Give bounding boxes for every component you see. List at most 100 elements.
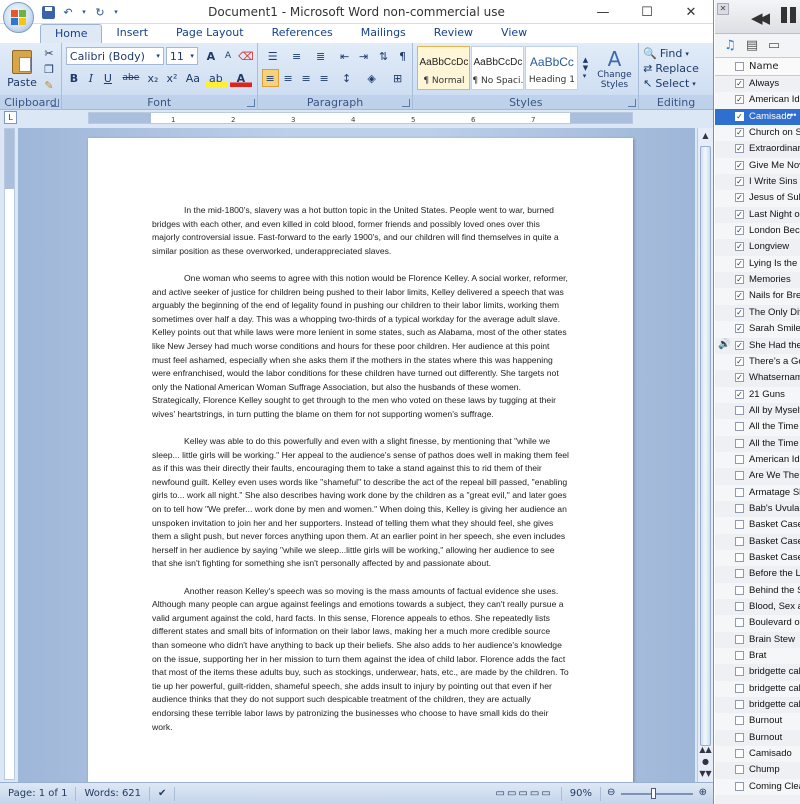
song-checkbox[interactable]: ✓ (735, 291, 744, 301)
word-count[interactable]: Words: 621 (76, 786, 151, 801)
song-row[interactable]: 🔊 ✓ She Had the W (715, 338, 800, 354)
song-checkbox[interactable]: ✓ (735, 765, 744, 775)
scroll-thumb[interactable] (700, 146, 711, 746)
previous-track-icon[interactable]: ◀◀ (751, 9, 770, 27)
tab-insert[interactable]: Insert (102, 24, 162, 43)
tab-home[interactable]: Home (40, 24, 103, 43)
style-normal[interactable]: AaBbCcDc ¶ Normal (417, 46, 471, 90)
maximize-button[interactable]: ☐ (625, 0, 669, 24)
tab-page-layout[interactable]: Page Layout (162, 24, 258, 43)
song-checkbox[interactable]: ✓ (735, 79, 744, 88)
song-row[interactable]: ✓ Basket Case (715, 534, 800, 550)
decrease-indent-button[interactable]: ⇤ (336, 47, 354, 65)
view-buttons[interactable]: ▭▭▭▭▭ (488, 786, 562, 801)
song-checkbox[interactable]: ✓ (735, 226, 744, 236)
paste-button[interactable]: Paste (6, 45, 38, 93)
song-checkbox[interactable]: ✓ (735, 405, 744, 415)
song-checkbox[interactable]: ✓ (735, 487, 744, 497)
song-checkbox[interactable]: ✓ (735, 700, 744, 710)
font-color-button[interactable]: A (229, 69, 252, 87)
align-right-button[interactable]: ≡ (298, 69, 315, 87)
change-case-button[interactable]: Aa (183, 69, 203, 87)
song-row[interactable]: ✓ Are We The W (715, 468, 800, 484)
justify-button[interactable]: ≡ (316, 69, 333, 87)
song-row[interactable]: ✓ Longview (715, 239, 800, 255)
multilevel-list-button[interactable]: ≣ (310, 47, 332, 65)
horizontal-ruler[interactable]: 1 2 3 4 5 6 7 (88, 112, 633, 124)
song-row[interactable]: ✓ Armatage Sha (715, 484, 800, 501)
select-all-checkbox[interactable] (735, 62, 744, 71)
song-row[interactable]: ✓ Chump (715, 762, 800, 778)
more-options-icon[interactable]: ••• (787, 110, 796, 120)
song-row[interactable]: ✓ 21 Guns (715, 386, 800, 403)
find-button[interactable]: 🔍 Find ▾ (643, 46, 689, 61)
vertical-ruler[interactable] (4, 128, 15, 780)
change-styles-button[interactable]: A Change Styles (593, 45, 635, 93)
song-checkbox[interactable]: ✓ (735, 422, 744, 432)
paragraph-launcher[interactable] (402, 99, 411, 107)
song-checkbox[interactable]: ✓ (735, 128, 744, 138)
minimize-button[interactable]: — (581, 0, 625, 24)
tab-view[interactable]: View (487, 24, 541, 43)
pause-icon[interactable] (781, 7, 787, 23)
song-row[interactable]: ✓ Church on Su (715, 125, 800, 142)
song-row[interactable]: ✓ Basket Case (715, 517, 800, 534)
format-painter-icon[interactable]: ✎ (42, 78, 56, 92)
document-page[interactable]: In the mid-1800's, slavery was a hot but… (88, 138, 633, 782)
song-checkbox[interactable]: ✓ (735, 307, 744, 317)
tv-icon[interactable]: ▭ (767, 38, 781, 53)
bullets-button[interactable]: ☰ (262, 47, 284, 65)
superscript-button[interactable]: x² (163, 69, 181, 87)
styles-launcher[interactable] (628, 99, 637, 107)
show-marks-button[interactable]: ¶ (394, 47, 412, 65)
song-row[interactable]: ✓ Coming Clear (715, 778, 800, 796)
song-row[interactable]: ✓ Blood, Sex an (715, 599, 800, 615)
subscript-button[interactable]: x₂ (144, 69, 162, 87)
select-button[interactable]: ↖ Select ▾ (643, 76, 696, 91)
clear-format-button[interactable]: ⌫ (238, 47, 254, 65)
song-checkbox[interactable]: ✓ (735, 144, 744, 154)
song-row[interactable]: ✓ Bab's Uvula W (715, 501, 800, 517)
browse-object-icon[interactable]: ● (698, 757, 713, 766)
song-checkbox[interactable]: ✓ (735, 160, 744, 170)
font-launcher[interactable] (246, 99, 255, 107)
song-row[interactable]: ✓ Camisado (715, 746, 800, 763)
song-row[interactable]: ✓ bridgette call (715, 697, 800, 713)
song-checkbox[interactable]: ✓ (735, 324, 744, 334)
song-checkbox[interactable]: ✓ (735, 389, 744, 399)
bold-button[interactable]: B (66, 69, 82, 87)
song-row[interactable]: ✓ Brain Stew (715, 632, 800, 648)
song-checkbox[interactable]: ✓ (735, 520, 744, 530)
song-checkbox[interactable]: ✓ (735, 356, 744, 366)
song-checkbox[interactable]: ✓ (735, 536, 744, 546)
align-center-button[interactable]: ≡ (280, 69, 297, 87)
replace-button[interactable]: ⇄ Replace (643, 61, 699, 76)
zoom-slider[interactable]: ⊖ ⊕ (607, 787, 707, 801)
shrink-font-button[interactable]: A (220, 47, 236, 65)
song-row[interactable]: ✓ Jesus of Subu (715, 190, 800, 207)
song-row[interactable]: ✓ There's a Goo (715, 353, 800, 371)
song-checkbox[interactable]: ✓ (735, 258, 744, 268)
prev-page-icon[interactable]: ▲▲ (698, 745, 713, 754)
song-checkbox[interactable]: ✓ (735, 552, 744, 562)
song-row[interactable]: ✓ Lying Is the M (715, 255, 800, 273)
borders-button[interactable]: ⊞ (386, 69, 410, 87)
tab-references[interactable]: References (258, 24, 347, 43)
song-checkbox[interactable]: ✓ (735, 667, 744, 677)
music-note-icon[interactable]: ♫ (723, 38, 737, 53)
office-button[interactable] (3, 2, 34, 33)
song-checkbox[interactable]: ✓ (735, 209, 744, 219)
song-checkbox[interactable]: ✓ (735, 177, 744, 187)
song-row[interactable]: ✓ Behind the So (715, 582, 800, 599)
song-row[interactable]: ✓ London Beck (715, 223, 800, 240)
song-row[interactable]: ✓ Basket Case (715, 549, 800, 567)
song-row[interactable]: ✓ American Idio (715, 451, 800, 469)
song-row[interactable]: ✓ All the Time (715, 419, 800, 436)
song-row[interactable]: ✓ Whatsername (715, 370, 800, 386)
song-checkbox[interactable]: ✓ (735, 111, 744, 121)
movies-icon[interactable]: ▤ (745, 38, 759, 53)
song-row[interactable]: ✓ All by Myself (715, 403, 800, 419)
song-checkbox[interactable]: ✓ (735, 373, 744, 383)
copy-icon[interactable]: ❐ (42, 62, 56, 76)
next-page-icon[interactable]: ▼▼ (698, 769, 713, 778)
